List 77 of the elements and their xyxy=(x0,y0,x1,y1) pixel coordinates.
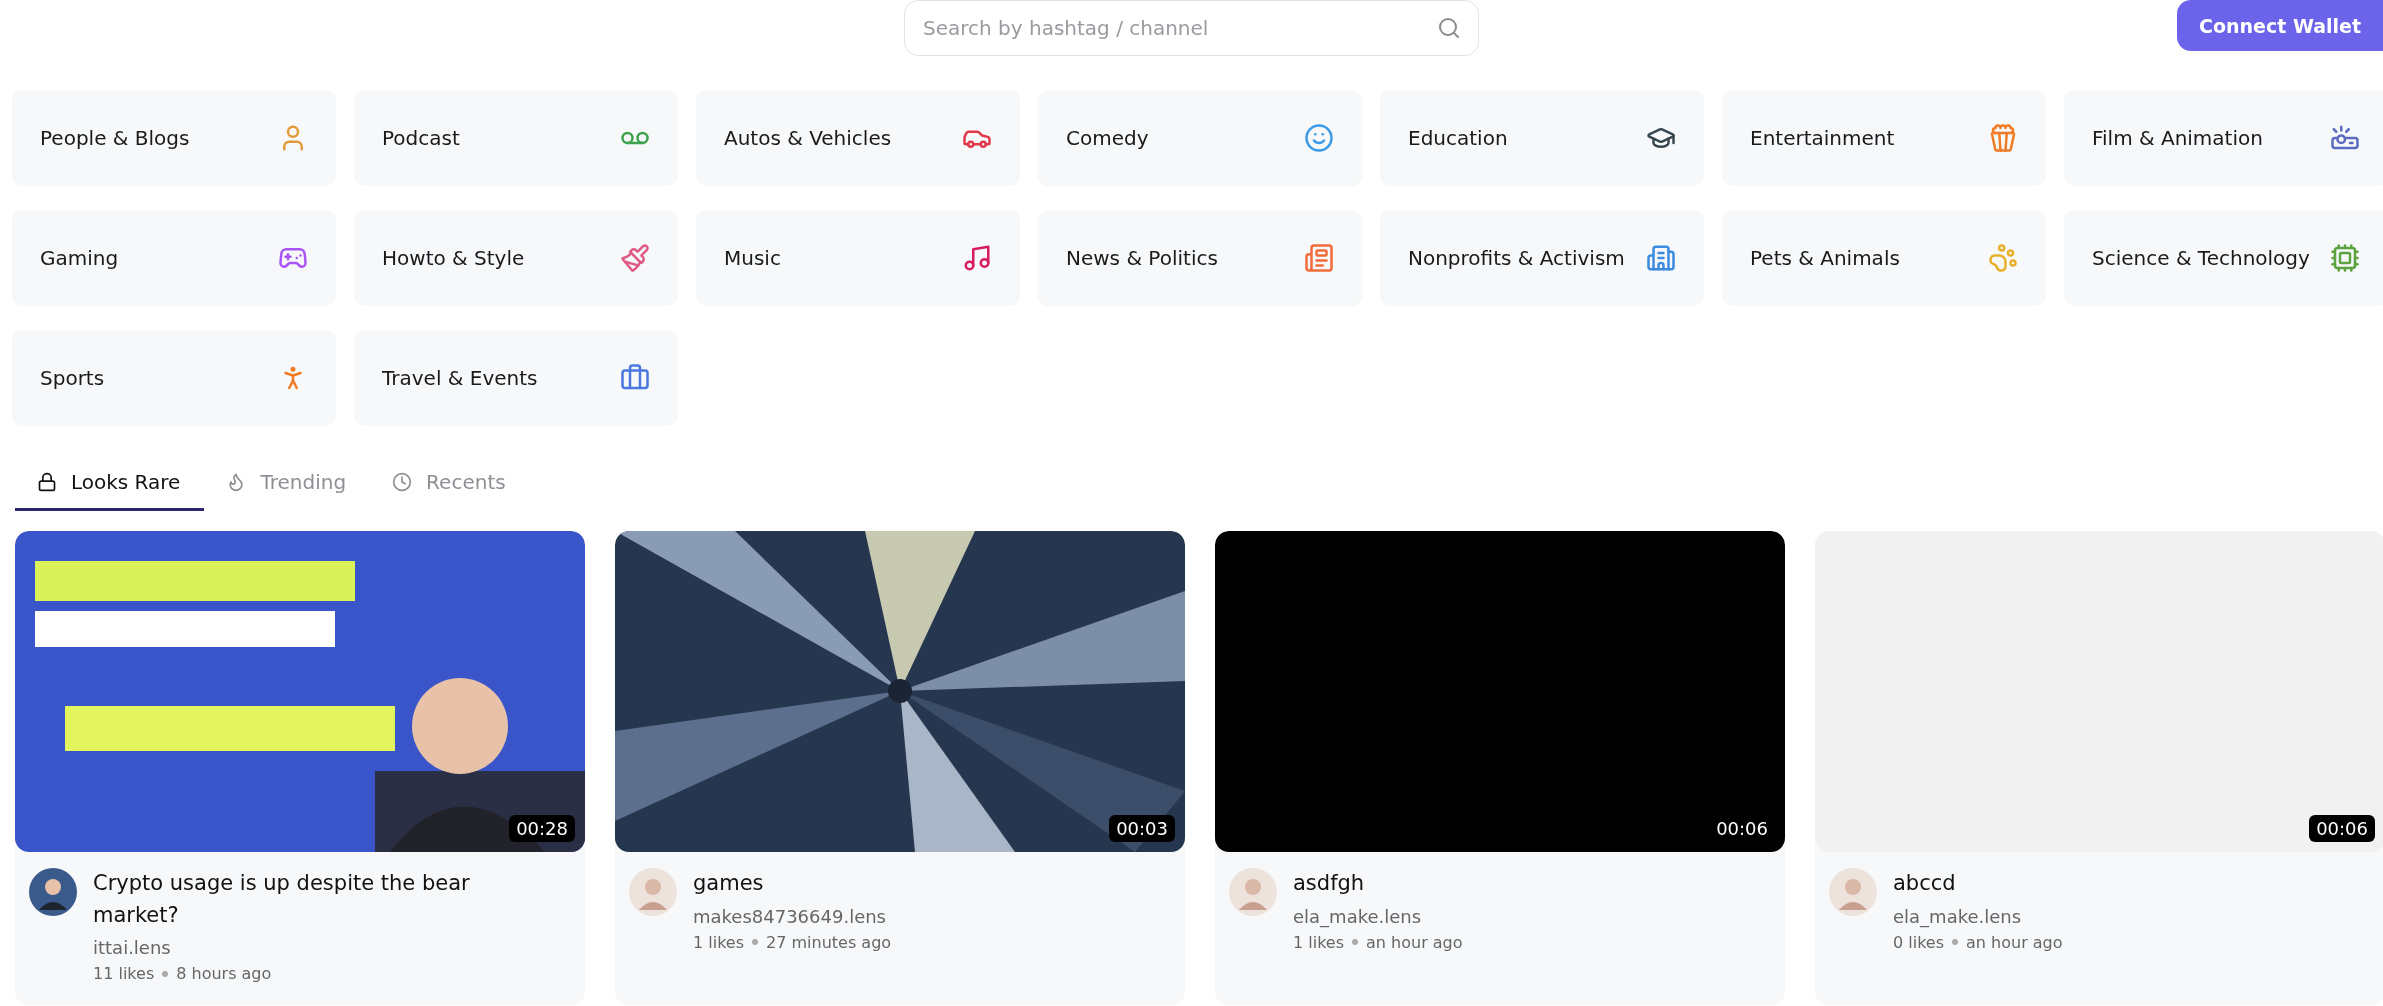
category-label: News & Politics xyxy=(1066,246,1218,270)
connect-wallet-button[interactable]: Connect Wallet xyxy=(2177,0,2383,51)
duration-badge: 00:06 xyxy=(2309,815,2375,842)
video-title[interactable]: abccd xyxy=(1893,868,2063,900)
separator-dot xyxy=(1952,939,1959,945)
video-card[interactable]: 00:03 games makes84736649.lens 1 likes 27 minutes ago xyxy=(615,531,1185,1005)
category-label: Pets & Animals xyxy=(1750,246,1900,270)
category-card[interactable]: Nonprofits & Activism xyxy=(1380,210,1704,306)
category-card[interactable]: People & Blogs xyxy=(12,90,336,186)
category-label: Travel & Events xyxy=(382,366,538,390)
channel-name[interactable]: ela_make.lens xyxy=(1293,905,1463,927)
popcorn-icon xyxy=(1988,123,2018,153)
search-field[interactable]: Search by hashtag / channel xyxy=(904,0,1479,56)
avatar-icon xyxy=(629,868,677,916)
lock-icon xyxy=(37,472,57,492)
category-card[interactable]: Podcast xyxy=(354,90,678,186)
category-label: Sports xyxy=(40,366,105,390)
category-card[interactable]: Pets & Animals xyxy=(1722,210,2046,306)
duration-badge: 00:03 xyxy=(1109,815,1175,842)
category-card[interactable]: Comedy xyxy=(1038,90,1362,186)
separator-dot xyxy=(162,970,169,977)
likes-count: 1 likes xyxy=(1293,932,1345,952)
channel-name[interactable]: ittai.lens xyxy=(93,937,493,958)
category-label: Entertainment xyxy=(1750,126,1895,150)
chip-icon xyxy=(2330,243,2360,273)
category-label: Music xyxy=(724,246,781,270)
video-title[interactable]: games xyxy=(693,868,892,900)
separator-dot xyxy=(752,939,759,945)
likes-count: 11 likes xyxy=(93,964,155,983)
upload-time: an hour ago xyxy=(1366,932,1463,952)
avatar-icon xyxy=(1829,868,1877,916)
category-label: Howto & Style xyxy=(382,246,525,270)
category-card[interactable]: Science & Technology xyxy=(2064,210,2383,306)
category-card[interactable]: Autos & Vehicles xyxy=(696,90,1020,186)
category-card[interactable]: Gaming xyxy=(12,210,336,306)
category-label: People & Blogs xyxy=(40,126,190,150)
category-card[interactable]: Music xyxy=(696,210,1020,306)
category-label: Nonprofits & Activism xyxy=(1408,246,1625,270)
category-label: Education xyxy=(1408,126,1508,150)
avatar-icon xyxy=(1229,868,1277,916)
duration-badge: 00:28 xyxy=(509,815,575,842)
likes-count: 1 likes xyxy=(693,932,745,952)
video-title[interactable]: asdfgh xyxy=(1293,868,1463,900)
category-card[interactable]: Travel & Events xyxy=(354,330,678,426)
building-icon xyxy=(1646,243,1676,273)
category-card[interactable]: Entertainment xyxy=(1722,90,2046,186)
paw-icon xyxy=(1988,243,2018,273)
category-label: Film & Animation xyxy=(2092,126,2263,150)
newspaper-icon xyxy=(1304,243,1334,273)
channel-name[interactable]: ela_make.lens xyxy=(1893,905,2063,927)
channel-name[interactable]: makes84736649.lens xyxy=(693,905,892,927)
upload-time: an hour ago xyxy=(1966,932,2063,952)
video-title[interactable]: Crypto usage is up despite the bear market? xyxy=(93,868,493,931)
separator-dot xyxy=(1352,939,1359,945)
brush-icon xyxy=(620,243,650,273)
smiley-icon xyxy=(1304,123,1334,153)
category-card[interactable]: News & Politics xyxy=(1038,210,1362,306)
category-label: Podcast xyxy=(382,126,460,150)
upload-time: 8 hours ago xyxy=(176,964,272,983)
upload-time: 27 minutes ago xyxy=(766,932,892,952)
category-card[interactable]: Sports xyxy=(12,330,336,426)
avatar-icon xyxy=(29,868,77,916)
tab[interactable]: Looks Rare xyxy=(15,470,205,511)
category-card[interactable]: Howto & Style xyxy=(354,210,678,306)
music-note-icon xyxy=(962,243,992,273)
category-label: Autos & Vehicles xyxy=(724,126,892,150)
likes-count: 0 likes xyxy=(1893,932,1945,952)
category-card[interactable]: Education xyxy=(1380,90,1704,186)
category-label: Science & Technology xyxy=(2092,246,2310,270)
video-card[interactable]: 00:06 abccd ela_make.lens 0 likes an hour ago xyxy=(1815,531,2383,1005)
category-label: Comedy xyxy=(1066,126,1149,150)
category-card[interactable]: Film & Animation xyxy=(2064,90,2383,186)
video-card[interactable]: 00:06 asdfgh ela_make.lens 1 likes an hour ago xyxy=(1215,531,1785,1005)
category-label: Gaming xyxy=(40,246,119,270)
search-icon xyxy=(1437,16,1461,40)
video-card[interactable]: 00:28 Crypto usage is up despite the bear market? ittai.lens 11 likes 8 hours ago xyxy=(15,531,585,1005)
clock-icon xyxy=(392,472,413,492)
